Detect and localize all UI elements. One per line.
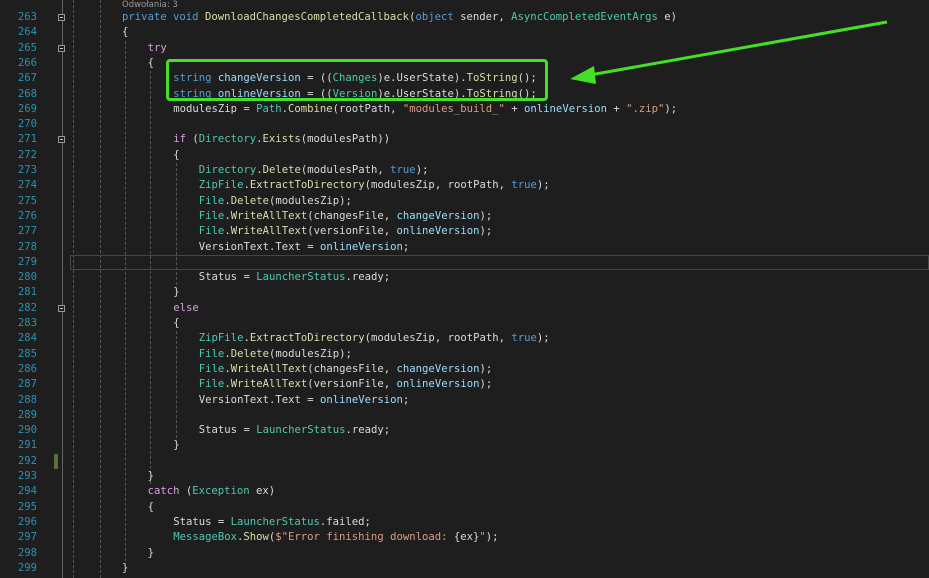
annotation-arrow-icon	[570, 20, 888, 84]
